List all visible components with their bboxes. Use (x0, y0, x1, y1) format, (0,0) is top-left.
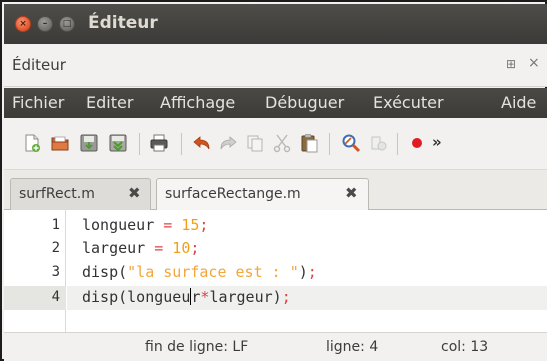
maximize-icon: □ (62, 19, 72, 29)
code-token: disp(longueu (82, 288, 191, 306)
code-line[interactable]: largeur = 10; (82, 239, 199, 257)
toolbar: » (4, 118, 547, 170)
window-maximize-button[interactable]: □ (59, 16, 75, 32)
line-number: 2 (51, 240, 60, 256)
menu-aide[interactable]: Aide (501, 93, 536, 112)
toolbar-overflow-button[interactable]: » (432, 133, 442, 151)
title-bar: × – □ Éditeur (4, 4, 547, 44)
toolbar-separator (181, 133, 182, 155)
code-token: ; (281, 288, 291, 306)
code-line[interactable]: disp(longueur*largeur); (82, 288, 291, 306)
toolbar-separator (139, 133, 140, 155)
record-icon[interactable] (407, 133, 427, 153)
panel-close-icon[interactable]: × (528, 55, 540, 71)
app-window: × – □ Éditeur Éditeur ⊞ × Fichier Editer… (0, 0, 547, 361)
menu-editer[interactable]: Editer (86, 93, 133, 112)
copy-icon[interactable] (245, 133, 265, 153)
line-number: 4 (51, 289, 60, 305)
window-minimize-button[interactable]: – (37, 16, 53, 32)
code-line[interactable]: disp("la surface est : "); (82, 263, 317, 281)
code-token: = (154, 239, 164, 257)
tab-surfacerectange[interactable]: surfaceRectange.m ✖ (156, 178, 369, 211)
code-token: largeur) (209, 288, 282, 306)
menu-bar: Fichier Editer Affichage Débuguer Exécut… (4, 88, 547, 118)
code-token: largeur (82, 239, 155, 257)
line-number: 3 (51, 264, 60, 280)
print-icon[interactable] (149, 133, 169, 153)
menu-affichage[interactable]: Affichage (160, 93, 235, 112)
save-icon[interactable] (79, 133, 99, 153)
status-col: col: 13 (441, 339, 489, 355)
code-token: ; (190, 239, 200, 257)
code-token: 10 (163, 239, 191, 257)
tab-bar: surfRect.m ✖ surfaceRectange.m ✖ (4, 170, 547, 211)
paste-icon[interactable] (299, 133, 319, 153)
tab-label: surfRect.m (19, 186, 95, 202)
status-eol: fin de ligne: LF (145, 339, 249, 355)
menu-executer[interactable]: Exécuter (373, 93, 444, 112)
save-all-icon[interactable] (108, 133, 128, 153)
window-close-button[interactable]: × (15, 16, 31, 32)
minimize-icon: – (42, 19, 48, 29)
code-token: ; (307, 263, 317, 281)
code-token: longueur (82, 216, 164, 234)
code-editor[interactable]: 1 2 3 4 longueur = 15; largeur = 10; dis… (4, 210, 547, 332)
code-token: 15 (172, 216, 200, 234)
status-line: ligne: 4 (326, 339, 379, 355)
line-number: 1 (51, 217, 60, 233)
menu-fichier[interactable]: Fichier (12, 93, 64, 112)
code-token: disp( (82, 263, 128, 281)
code-token: ; (199, 216, 209, 234)
find-icon[interactable] (341, 133, 361, 153)
cut-icon[interactable] (272, 133, 292, 153)
undo-icon[interactable] (192, 133, 212, 153)
close-icon: × (19, 19, 27, 29)
redo-icon[interactable] (218, 133, 238, 153)
status-bar: fin de ligne: LF ligne: 4 col: 13 (4, 332, 547, 361)
breakpoint-icon[interactable] (368, 133, 388, 153)
new-file-icon[interactable] (22, 133, 42, 153)
code-token: ) (298, 263, 308, 281)
menu-debuguer[interactable]: Débuguer (265, 93, 344, 112)
open-folder-icon[interactable] (50, 133, 70, 153)
tab-label: surfaceRectange.m (165, 186, 301, 202)
close-icon[interactable]: ✖ (128, 184, 141, 202)
code-token: = (163, 216, 173, 234)
toolbar-separator (397, 133, 398, 155)
code-token: "la surface est : " (127, 263, 299, 281)
panel-header: Éditeur ⊞ × (4, 44, 547, 87)
window-title: Éditeur (88, 13, 158, 33)
panel-title: Éditeur (12, 56, 66, 74)
close-icon[interactable]: ✖ (345, 184, 358, 202)
toolbar-separator (329, 133, 330, 155)
undock-icon[interactable]: ⊞ (506, 57, 516, 71)
code-line[interactable]: longueur = 15; (82, 216, 208, 234)
tab-surfrect[interactable]: surfRect.m ✖ (10, 178, 151, 210)
